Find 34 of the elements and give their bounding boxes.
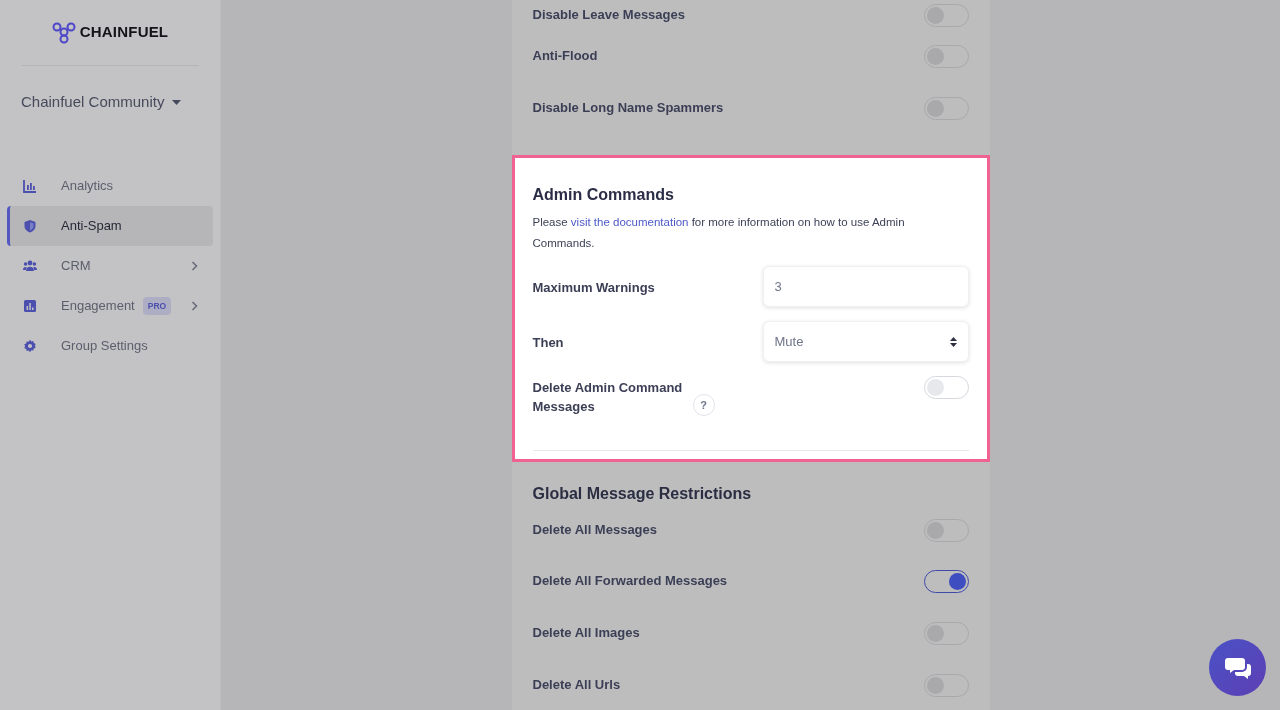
help-text: Please visit the documentation for more information on how to use Admin Commands. [532,215,906,252]
field-label: Delete Admin Command Messages [532,379,684,417]
field-label: Then [532,334,565,353]
number-field[interactable]: 3 [762,266,969,308]
nav-item[interactable]: Engagement PRO [7,286,213,326]
settings-icon [23,339,37,353]
chat-icon [1224,656,1251,679]
toggle-label: Anti-Flood [532,47,598,66]
pro-badge: PRO [142,296,172,316]
chart-icon [23,179,37,193]
nav-item[interactable]: Anti-Spam [7,206,213,246]
select-field[interactable]: Mute [762,321,969,363]
section-title: Admin Commands [532,185,675,205]
documentation-link[interactable]: visit the documentation [570,216,689,229]
users-icon [23,259,37,273]
bar-chart-icon [23,299,37,313]
logo-text: CHAINFUEL [79,22,169,43]
toggle-label: Delete All Images [532,624,640,643]
toggle-label: Delete All Messages [532,521,658,540]
nav-item[interactable]: Group Settings [7,326,213,366]
toggle-label: Disable Long Name Spammers [532,99,724,118]
group-selector[interactable]: Chainfuel Community [21,91,182,114]
section-title: Global Message Restrictions [531,484,753,505]
logo-icon [51,21,76,44]
toggle-label: Delete All Urls [532,676,621,695]
toggle-label: Disable Leave Messages [532,6,685,25]
caret-icon [172,99,182,105]
nav-item[interactable]: Analytics [7,166,213,206]
field-label: Maximum Warnings [532,279,656,298]
shield-icon [23,219,37,233]
toggle-label: Delete All Forwarded Messages [532,572,728,591]
nav-item[interactable]: CRM [7,246,213,286]
chat-button[interactable] [1209,639,1266,696]
sort-arrows-icon [949,336,957,347]
